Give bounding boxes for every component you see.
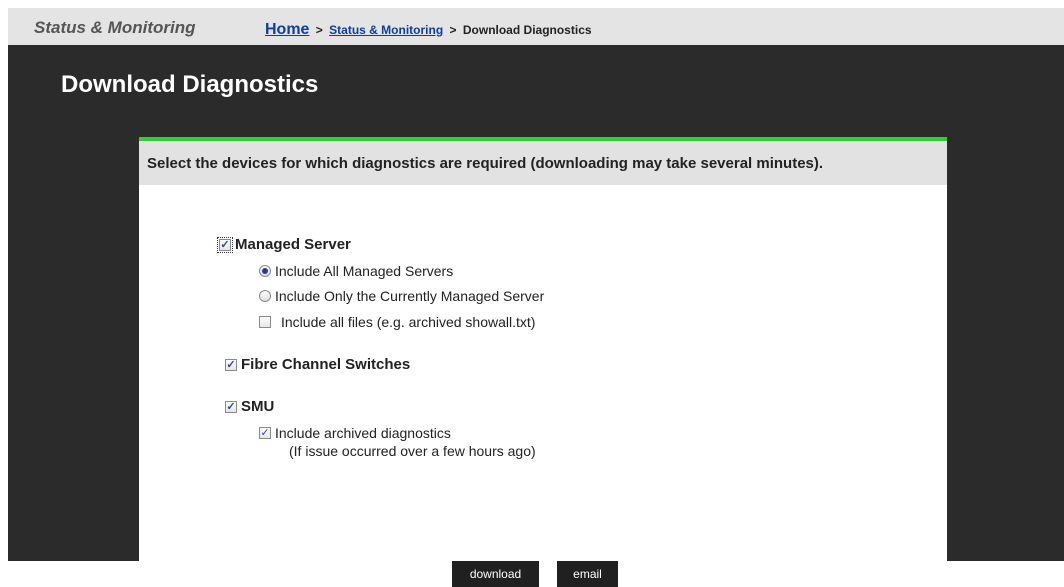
breadcrumb-status-monitoring-link[interactable]: Status & Monitoring: [329, 23, 443, 37]
include-all-files-option[interactable]: Include all files (e.g. archived showall…: [259, 314, 535, 330]
diagnostics-panel: Select the devices for which diagnostics…: [139, 137, 947, 587]
include-all-files-checkbox[interactable]: [259, 316, 271, 328]
include-all-files-label: Include all files (e.g. archived showall…: [281, 314, 536, 330]
breadcrumb-separator: >: [449, 23, 457, 37]
breadcrumb: Home > Status & Monitoring > Download Di…: [265, 21, 592, 39]
include-archived-label: Include archived diagnostics: [275, 425, 451, 441]
panel-instruction: Select the devices for which diagnostics…: [139, 141, 947, 185]
fibre-channel-option[interactable]: ✓ Fibre Channel Switches: [225, 356, 410, 373]
section-name: Status & Monitoring: [34, 18, 196, 37]
breadcrumb-current: Download Diagnostics: [462, 23, 592, 37]
email-button[interactable]: email: [557, 561, 618, 587]
smu-checkbox[interactable]: ✓: [225, 400, 237, 413]
include-current-server-option[interactable]: Include Only the Currently Managed Serve…: [259, 288, 544, 304]
include-all-servers-label: Include All Managed Servers: [275, 263, 454, 279]
top-bar: Status & Monitoring Home > Status & Moni…: [8, 8, 1064, 45]
include-all-servers-radio[interactable]: [259, 265, 271, 277]
fibre-channel-label: Fibre Channel Switches: [241, 356, 411, 373]
fibre-channel-checkbox[interactable]: ✓: [225, 358, 237, 371]
managed-server-label: Managed Server: [235, 236, 351, 253]
managed-server-option[interactable]: ✓ Managed Server: [217, 236, 351, 253]
include-current-server-radio[interactable]: [259, 290, 271, 302]
breadcrumb-separator: >: [315, 23, 323, 37]
managed-server-checkbox[interactable]: ✓: [217, 236, 233, 253]
smu-option[interactable]: ✓ SMU: [225, 398, 274, 415]
breadcrumb-home-link[interactable]: Home: [265, 21, 309, 38]
include-current-server-label: Include Only the Currently Managed Serve…: [275, 288, 545, 304]
page-title: Download Diagnostics: [61, 71, 319, 98]
download-button[interactable]: download: [452, 561, 539, 587]
smu-label: SMU: [241, 398, 275, 415]
include-archived-checkbox[interactable]: ✓: [259, 427, 271, 439]
include-archived-option[interactable]: ✓ Include archived diagnostics: [259, 425, 451, 441]
content-area: Download Diagnostics Select the devices …: [8, 45, 1064, 587]
include-archived-note: (If issue occurred over a few hours ago): [289, 443, 536, 459]
include-all-managed-servers-option[interactable]: Include All Managed Servers: [259, 263, 453, 279]
